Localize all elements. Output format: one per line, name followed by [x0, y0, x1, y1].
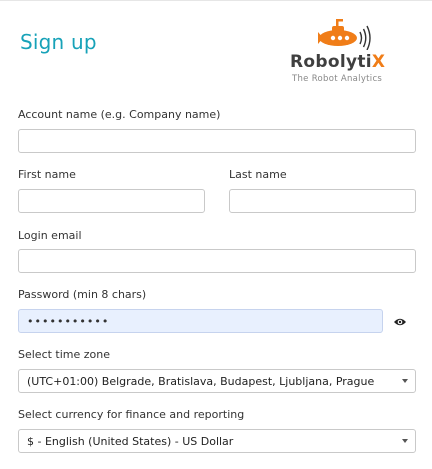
- submarine-icon: [318, 19, 371, 50]
- currency-value: $ - English (United States) - US Dollar: [27, 435, 234, 448]
- first-name-input[interactable]: [18, 189, 205, 213]
- timezone-select[interactable]: (UTC+01:00) Belgrade, Bratislava, Budape…: [18, 369, 416, 393]
- account-name-input[interactable]: [18, 129, 416, 153]
- chevron-down-icon: [402, 439, 408, 443]
- password-input[interactable]: [18, 309, 383, 333]
- logo-wordmark: RobolytiX: [290, 52, 386, 72]
- first-name-label: First name: [18, 168, 76, 181]
- account-name-label: Account name (e.g. Company name): [18, 108, 221, 121]
- currency-select[interactable]: $ - English (United States) - US Dollar: [18, 429, 416, 453]
- logo-tagline: The Robot Analytics: [292, 74, 383, 84]
- robolytix-logo: RobolytiX The Robot Analytics: [290, 18, 398, 96]
- eye-icon[interactable]: [393, 317, 407, 327]
- window-top-border: [0, 0, 432, 1]
- login-email-label: Login email: [18, 229, 82, 242]
- page-title: Sign up: [20, 30, 97, 54]
- login-email-input[interactable]: [18, 249, 416, 273]
- timezone-label: Select time zone: [18, 348, 111, 361]
- timezone-value: (UTC+01:00) Belgrade, Bratislava, Budape…: [27, 375, 375, 388]
- last-name-label: Last name: [229, 168, 287, 181]
- last-name-input[interactable]: [229, 189, 416, 213]
- currency-label: Select currency for finance and reportin…: [18, 408, 245, 421]
- chevron-down-icon: [402, 379, 408, 383]
- password-label: Password (min 8 chars): [18, 288, 147, 301]
